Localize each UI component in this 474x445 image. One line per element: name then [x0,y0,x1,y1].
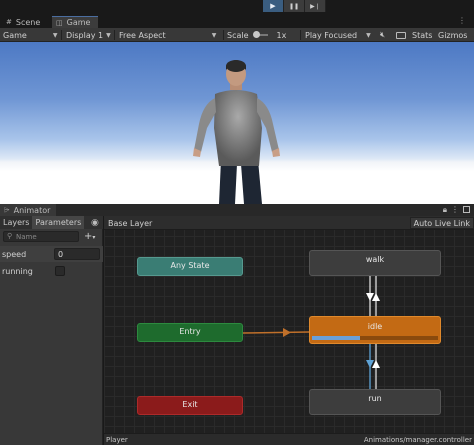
pause-icon: ❚❚ [288,2,300,10]
lock-icon[interactable]: 🔒︎ [443,205,447,215]
play-focused-dropdown[interactable]: Play Focused ▼ [305,29,371,41]
stats-label: Stats [412,30,433,40]
tab-scene[interactable]: # Scene [2,16,44,28]
state-machine-graph[interactable]: Base Layer Auto Live Link Any State Entr… [104,216,474,445]
game-toolbar: Game ▼ Display 1 ▼ Free Aspect ▼ Scale 1… [0,28,474,42]
game-view[interactable] [0,42,474,204]
pause-button[interactable]: ❚❚ [284,0,305,12]
play-icon: ▶ [270,2,276,10]
game-controller-icon: ◫ [56,18,63,27]
eye-icon[interactable]: ◉ [91,218,99,228]
game-mode-value: Game [3,30,27,40]
scale-label: Scale [227,30,249,40]
parameter-row-speed[interactable]: speed 0 [0,246,103,262]
animator-icon: ⩥ [4,205,10,214]
tab-parameters[interactable]: Parameters [32,216,85,229]
speed-value: 0 [58,249,64,259]
transition-arrow [283,328,291,337]
state-label: Any State [170,261,210,270]
shortcuts-button[interactable] [396,29,406,41]
step-button[interactable]: ▶❘ [305,0,326,12]
parameter-search-input[interactable]: ⚲ Name [3,231,79,242]
idle-progress-bar [312,336,438,340]
state-label: Exit [182,400,198,409]
state-idle[interactable]: idle [309,316,441,344]
tab-game-label: Game [66,18,91,27]
controller-path: Animations/manager.controller [363,436,472,444]
add-parameter-button[interactable]: +▾ [84,231,95,243]
running-checkbox[interactable] [55,266,65,276]
idle-progress-fill [312,336,360,340]
tab-parameters-label: Parameters [35,218,82,227]
scale-slider-track[interactable] [252,31,268,38]
divider [114,30,115,40]
view-tab-row: # Scene ◫ Game ⋮ [0,14,474,28]
speaker-mute-icon: 🔇︎ [380,30,386,39]
state-label: idle [367,321,383,331]
panel-tabs: Layers Parameters [0,216,103,229]
menu-dots-icon[interactable]: ⋮ [451,205,459,215]
chevron-down-icon: ▼ [106,31,111,39]
game-render [193,60,280,204]
state-any-state[interactable]: Any State [137,257,243,276]
search-icon: ⚲ [7,232,13,240]
animator-status-bar: Player Animations/manager.controller [104,433,474,445]
tab-layers[interactable]: Layers [0,216,32,229]
state-label: Entry [179,327,201,336]
scene-grid-icon: # [6,18,12,26]
speed-value-field[interactable]: 0 [54,248,100,260]
parameters-panel: Layers Parameters ⚲ Name +▾ speed 0 runn… [0,216,103,445]
animator-window-header: ⩥ Animator 🔒︎ ⋮ [0,204,474,216]
tab-scene-label: Scene [15,17,41,27]
maximize-icon[interactable] [463,206,470,213]
state-label: walk [365,254,385,264]
chevron-down-icon: ▼ [211,31,217,39]
chevron-down-icon: ▾ [92,234,96,241]
keyboard-icon [396,31,406,39]
display-value: Display 1 [66,30,104,40]
chevron-down-icon: ▼ [366,31,371,39]
gizmos-label: Gizmos [438,30,468,40]
parameter-row-running[interactable]: running [0,263,103,279]
display-dropdown[interactable]: Display 1 ▼ [66,29,111,41]
state-walk[interactable]: walk [309,250,441,276]
character-model [193,60,280,204]
game-mode-dropdown[interactable]: Game ▼ [3,29,57,41]
play-focused-value: Play Focused [305,30,358,40]
parameter-name: running [2,266,33,276]
divider [300,30,301,40]
step-icon: ▶❘ [310,2,320,10]
state-entry[interactable]: Entry [137,323,243,342]
scale-slider-handle[interactable] [252,31,260,38]
selected-object-name: Player [106,436,128,444]
play-button[interactable]: ▶ [263,0,284,12]
parameter-name: speed [2,249,27,259]
tab-game[interactable]: ◫ Game [52,16,98,28]
search-placeholder: Name [16,232,37,241]
divider [223,30,224,40]
tab-layers-label: Layers [3,218,30,227]
stats-button[interactable]: Stats [412,29,432,41]
divider [61,30,62,40]
chevron-down-icon: ▼ [52,31,58,39]
scale-slider[interactable]: Scale 1x [227,29,286,41]
state-run[interactable]: run [309,389,441,415]
animator-title: Animator [13,205,51,215]
play-controls: ▶ ❚❚ ▶❘ [263,0,327,12]
mute-audio-button[interactable]: 🔇︎ [380,29,385,41]
tab-menu-icon[interactable]: ⋮ [458,16,466,25]
state-label: run [368,393,382,403]
scale-value: 1x [276,30,287,40]
transition-entry-idle[interactable] [242,331,310,334]
gizmos-button[interactable]: Gizmos [438,29,467,41]
window-controls: 🔒︎ ⋮ [443,205,470,215]
play-toolbar: ▶ ❚❚ ▶❘ [0,0,474,14]
tab-animator[interactable]: ⩥ Animator [0,204,56,216]
state-exit[interactable]: Exit [137,396,243,415]
aspect-dropdown[interactable]: Free Aspect ▼ [119,29,216,41]
aspect-value: Free Aspect [119,30,166,40]
